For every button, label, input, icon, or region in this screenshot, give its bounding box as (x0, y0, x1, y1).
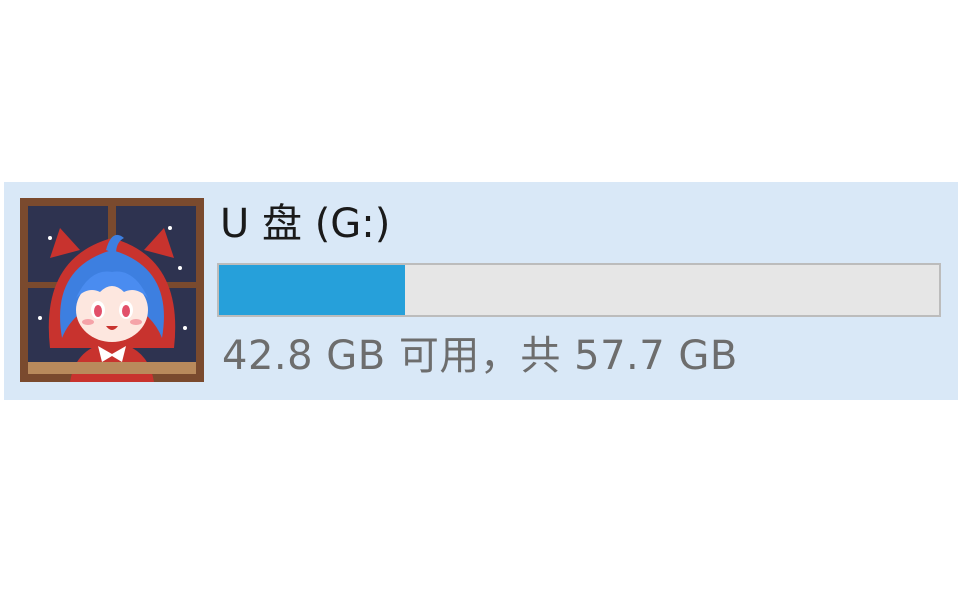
drive-capacity-text: 42.8 GB 可用，共 57.7 GB (222, 333, 738, 379)
drive-usage-bar (217, 263, 941, 317)
drive-title: U 盘 (G:) (220, 201, 391, 247)
drive-thumbnail-icon (20, 198, 204, 382)
drive-usage-fill (219, 265, 405, 315)
drive-tile[interactable]: U 盘 (G:) 42.8 GB 可用，共 57.7 GB (4, 182, 958, 400)
